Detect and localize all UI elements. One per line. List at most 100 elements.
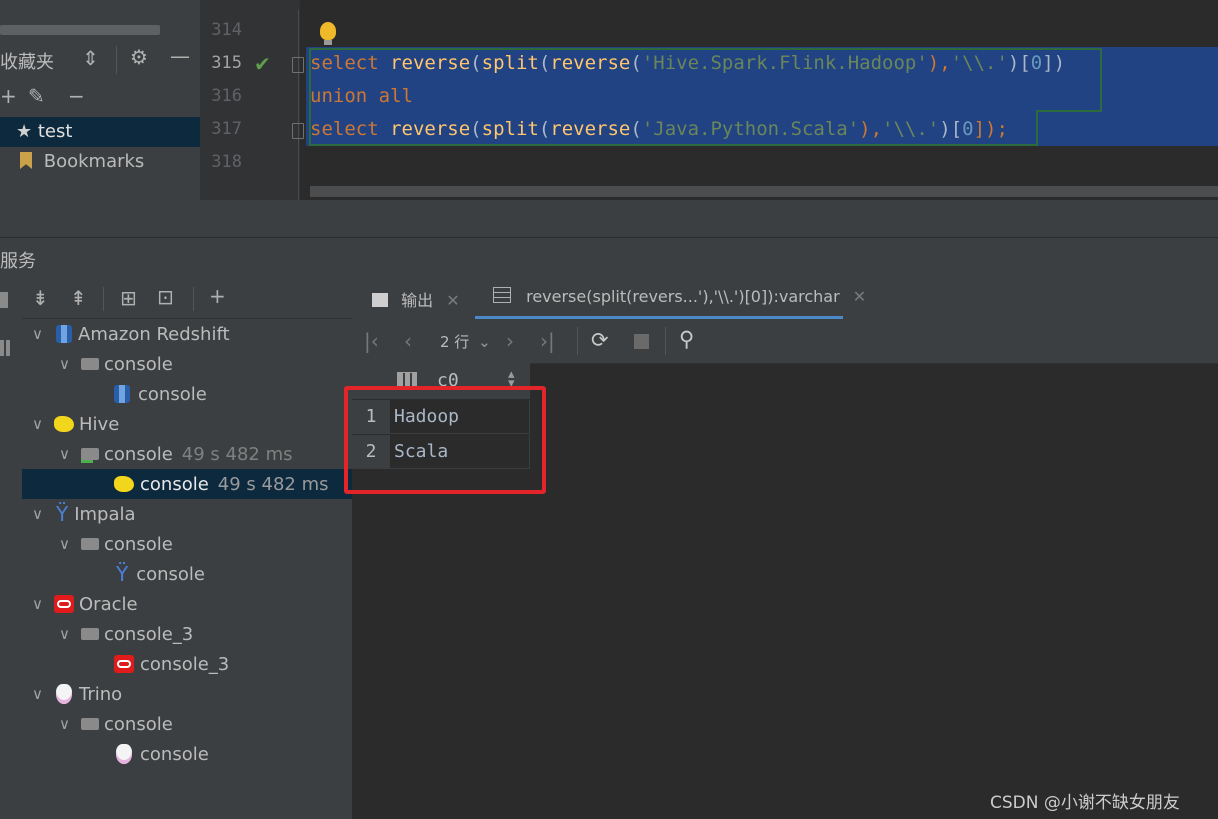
tree-node-console[interactable]: ∨ console [22,709,352,739]
toolbar-divider [577,327,578,355]
close-icon[interactable]: ✕ [853,287,866,306]
remove-icon[interactable]: − [68,84,85,108]
redshift-icon [56,325,72,343]
row-count-dropdown[interactable]: 2 行 ⌄ [440,331,491,352]
row-count-label: 2 行 [440,333,470,351]
favorites-item-bookmarks[interactable]: Bookmarks [20,151,144,172]
last-page-icon[interactable]: ›| [540,329,555,353]
close-icon[interactable]: ✕ [446,291,459,310]
impala-icon: Ϋ [56,502,69,526]
tree-node-console[interactable]: console [22,379,352,409]
chevron-down-icon[interactable]: ∨ [32,325,52,343]
paren-token: ( [538,52,551,74]
tree-node-amazon-redshift[interactable]: ∨ Amazon Redshift [22,319,352,349]
code-line-315[interactable]: select reverse(split(reverse('Hive.Spark… [310,52,1065,74]
function-token: split [481,118,539,140]
gear-icon[interactable]: ⚙ [130,45,148,69]
tree-node-trino[interactable]: ∨ Trino [22,679,352,709]
tree-label: console_3 [140,653,230,675]
trino-icon [116,744,132,764]
code-line-316[interactable]: union all [310,85,413,107]
tree-node-console-3[interactable]: console_3 [22,649,352,679]
edit-icon[interactable]: ✎ [28,84,45,108]
string-token: 'Hive.Spark.Flink.Hadoop' [641,52,928,74]
tab-output[interactable]: 输出 ✕ [372,287,460,311]
chevron-down-icon[interactable]: ∨ [32,505,52,523]
add-service-icon[interactable]: + [209,284,226,308]
table-icon [493,287,511,303]
tree-label: console [136,563,206,585]
fold-marker-icon[interactable] [292,57,304,73]
tree-node-hive[interactable]: ∨ Hive [22,409,352,439]
first-page-icon[interactable]: |‹ [364,329,379,353]
chevron-down-icon[interactable]: ∨ [59,445,79,463]
paren-token: ( [470,52,482,74]
group-by-icon[interactable]: ⊞ [120,286,137,310]
tree-node-oracle[interactable]: ∨ Oracle [22,589,352,619]
bracket-token: ]); [973,118,1008,140]
plus-icon[interactable]: + [0,84,17,108]
minimize-icon[interactable]: — [170,44,190,68]
chevron-down-icon: ⌄ [478,333,491,351]
keyword-token: union all [310,85,413,107]
toolbar-divider [103,287,104,311]
tree-node-console-selected[interactable]: console 49 s 482 ms [22,469,352,499]
tree-node-console[interactable]: console [22,739,352,769]
console-session-icon [81,538,99,550]
tree-node-console-3[interactable]: ∨ console_3 [22,619,352,649]
toolbar-divider [665,327,666,355]
tree-label: Impala [74,503,136,525]
panel-splitter[interactable] [200,200,1218,237]
stop-icon[interactable] [0,292,8,308]
chevron-down-icon[interactable]: ∨ [59,535,79,553]
oracle-icon [54,595,74,613]
string-token: '\\.' [882,118,940,140]
favorites-item-test[interactable]: ★ test [16,121,72,142]
chevron-down-icon[interactable]: ∨ [59,625,79,643]
services-header [0,237,1218,278]
chevron-down-icon[interactable]: ∨ [32,685,52,703]
collapse-all-icon[interactable]: ⇕ [82,46,99,70]
function-token: reverse [390,118,471,140]
tree-node-console[interactable]: ∨ console [22,349,352,379]
line-number: 316 [211,86,242,106]
stop-icon[interactable] [634,334,649,349]
favorites-scrollbar[interactable] [0,25,160,35]
string-token: 'Java.Python.Scala' [641,118,860,140]
function-token: reverse [390,52,471,74]
line-number: 318 [211,152,242,172]
chevron-down-icon[interactable]: ∨ [32,415,52,433]
filter-icon[interactable]: ⊡ [157,285,174,309]
code-line-317[interactable]: select reverse(split(reverse('Java.Pytho… [310,118,1008,140]
editor-horizontal-scrollbar[interactable] [310,186,1218,197]
tree-node-console[interactable]: ∨ console 49 s 482 ms [22,439,352,469]
next-page-icon[interactable]: › [506,329,514,353]
expand-all-icon[interactable]: ⇟ [32,286,49,310]
star-icon: ★ [16,121,33,142]
fold-marker-icon[interactable] [292,123,304,139]
chevron-down-icon[interactable]: ∨ [59,715,79,733]
impala-icon: Ϋ [116,562,129,586]
layout-icon[interactable] [0,340,10,356]
lightbulb-icon[interactable] [320,22,336,40]
chevron-down-icon[interactable]: ∨ [59,355,79,373]
bracket-token: ]) [1042,52,1066,74]
tree-label: console [104,353,173,375]
services-title: 服务 [0,251,36,272]
console-session-icon [81,358,99,370]
prev-page-icon[interactable]: ‹ [404,329,412,353]
favorites-item-label: test [37,121,73,142]
execution-time: 49 s 482 ms [217,473,329,495]
tree-node-impala[interactable]: ∨ Ϋ Impala [22,499,352,529]
pin-icon[interactable]: ⚲ [679,327,694,351]
tree-node-console[interactable]: Ϋ console [22,559,352,589]
refresh-icon[interactable]: ⟳ [591,328,609,352]
collapse-all-icon[interactable]: ⇞ [70,286,87,310]
keyword-token: select [310,118,379,140]
toolbar-divider [193,287,194,311]
tree-label: console [140,473,209,495]
tree-node-console[interactable]: ∨ console [22,529,352,559]
comma-token: ), [927,52,951,74]
tab-query-result[interactable]: reverse(split(revers...'),'\\.')[0]):var… [493,287,866,306]
chevron-down-icon[interactable]: ∨ [32,595,52,613]
